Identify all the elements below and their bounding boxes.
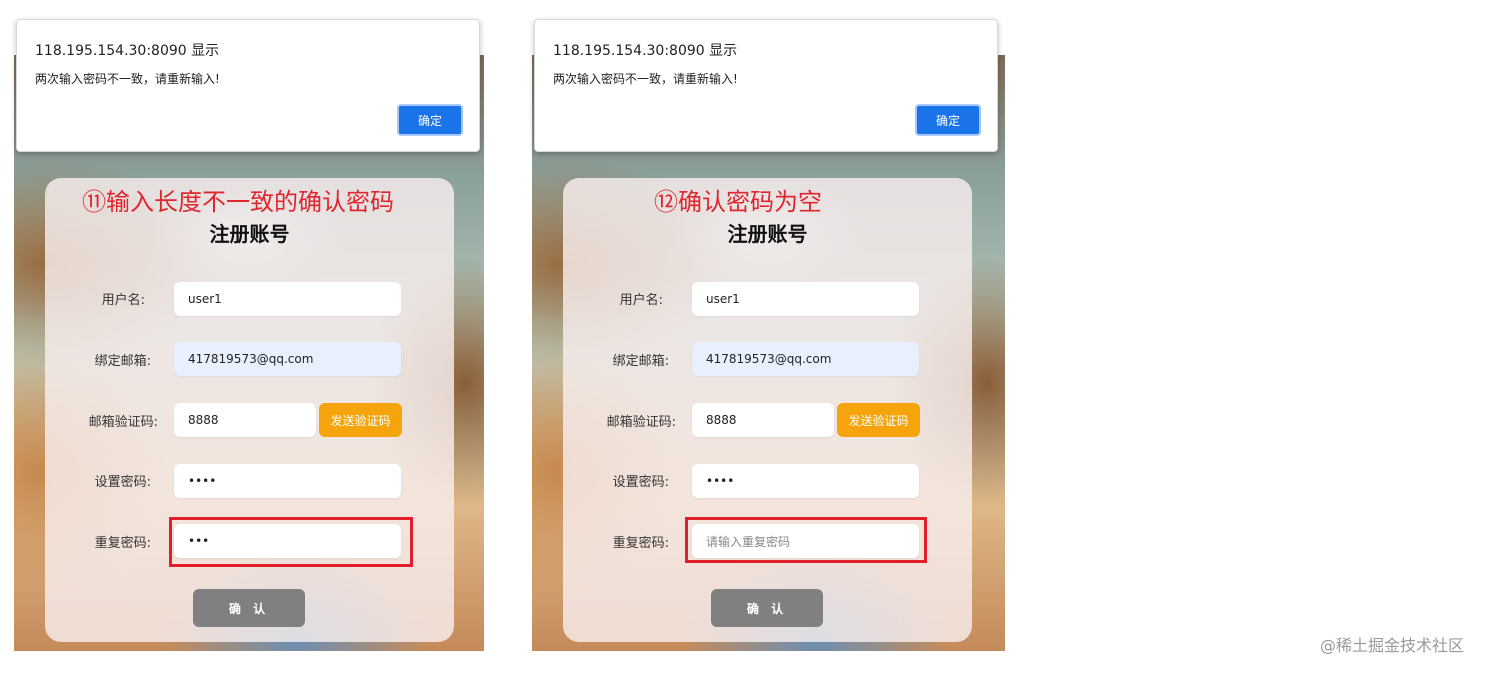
dialog-ok-button[interactable]: 确定	[397, 104, 463, 136]
send-code-button[interactable]: 发送验证码	[837, 403, 920, 437]
card-title: 注册账号	[209, 222, 290, 246]
username-input[interactable]: user1	[692, 282, 919, 316]
email-input[interactable]: 417819573@qq.com	[174, 342, 401, 376]
annotation-label: ⑫确认密码为空	[654, 188, 822, 216]
code-label: 邮箱验证码:	[88, 415, 158, 430]
code-input[interactable]: 8888	[174, 403, 316, 437]
send-code-button[interactable]: 发送验证码	[319, 403, 402, 437]
register-card: 注册账号 用户名: user1 绑定邮箱: 417819573@qq.com 邮…	[563, 178, 972, 642]
register-card: 注册账号 用户名: user1 绑定邮箱: 417819573@qq.com 邮…	[45, 178, 454, 642]
username-input[interactable]: user1	[174, 282, 401, 316]
highlight-box	[169, 517, 413, 567]
code-input[interactable]: 8888	[692, 403, 834, 437]
submit-button[interactable]: 确 认	[711, 589, 823, 627]
submit-button[interactable]: 确 认	[193, 589, 305, 627]
password-input[interactable]: ••••	[692, 464, 919, 498]
email-input[interactable]: 417819573@qq.com	[692, 342, 919, 376]
dialog-message: 两次输入密码不一致，请重新输入!	[35, 72, 220, 86]
code-label: 邮箱验证码:	[606, 415, 676, 430]
card-title: 注册账号	[727, 222, 808, 246]
annotation-label: ⑪输入长度不一致的确认密码	[82, 188, 394, 216]
dialog-ok-button[interactable]: 确定	[915, 104, 981, 136]
dialog-title: 118.195.154.30:8090 显示	[35, 43, 220, 59]
dialog-title: 118.195.154.30:8090 显示	[553, 43, 738, 59]
highlight-box	[685, 517, 927, 563]
email-label: 绑定邮箱:	[612, 354, 669, 369]
password-input[interactable]: ••••	[174, 464, 401, 498]
repeat-password-label: 重复密码:	[612, 536, 669, 551]
username-label: 用户名:	[101, 293, 145, 308]
password-label: 设置密码:	[94, 475, 151, 490]
password-label: 设置密码:	[612, 475, 669, 490]
alert-dialog-left: 118.195.154.30:8090 显示 两次输入密码不一致，请重新输入! …	[16, 19, 480, 152]
dialog-message: 两次输入密码不一致，请重新输入!	[553, 72, 738, 86]
email-label: 绑定邮箱:	[94, 354, 151, 369]
username-label: 用户名:	[619, 293, 663, 308]
watermark: @稀土掘金技术社区	[1320, 636, 1465, 655]
alert-dialog-right: 118.195.154.30:8090 显示 两次输入密码不一致，请重新输入! …	[534, 19, 998, 152]
repeat-password-label: 重复密码:	[94, 536, 151, 551]
